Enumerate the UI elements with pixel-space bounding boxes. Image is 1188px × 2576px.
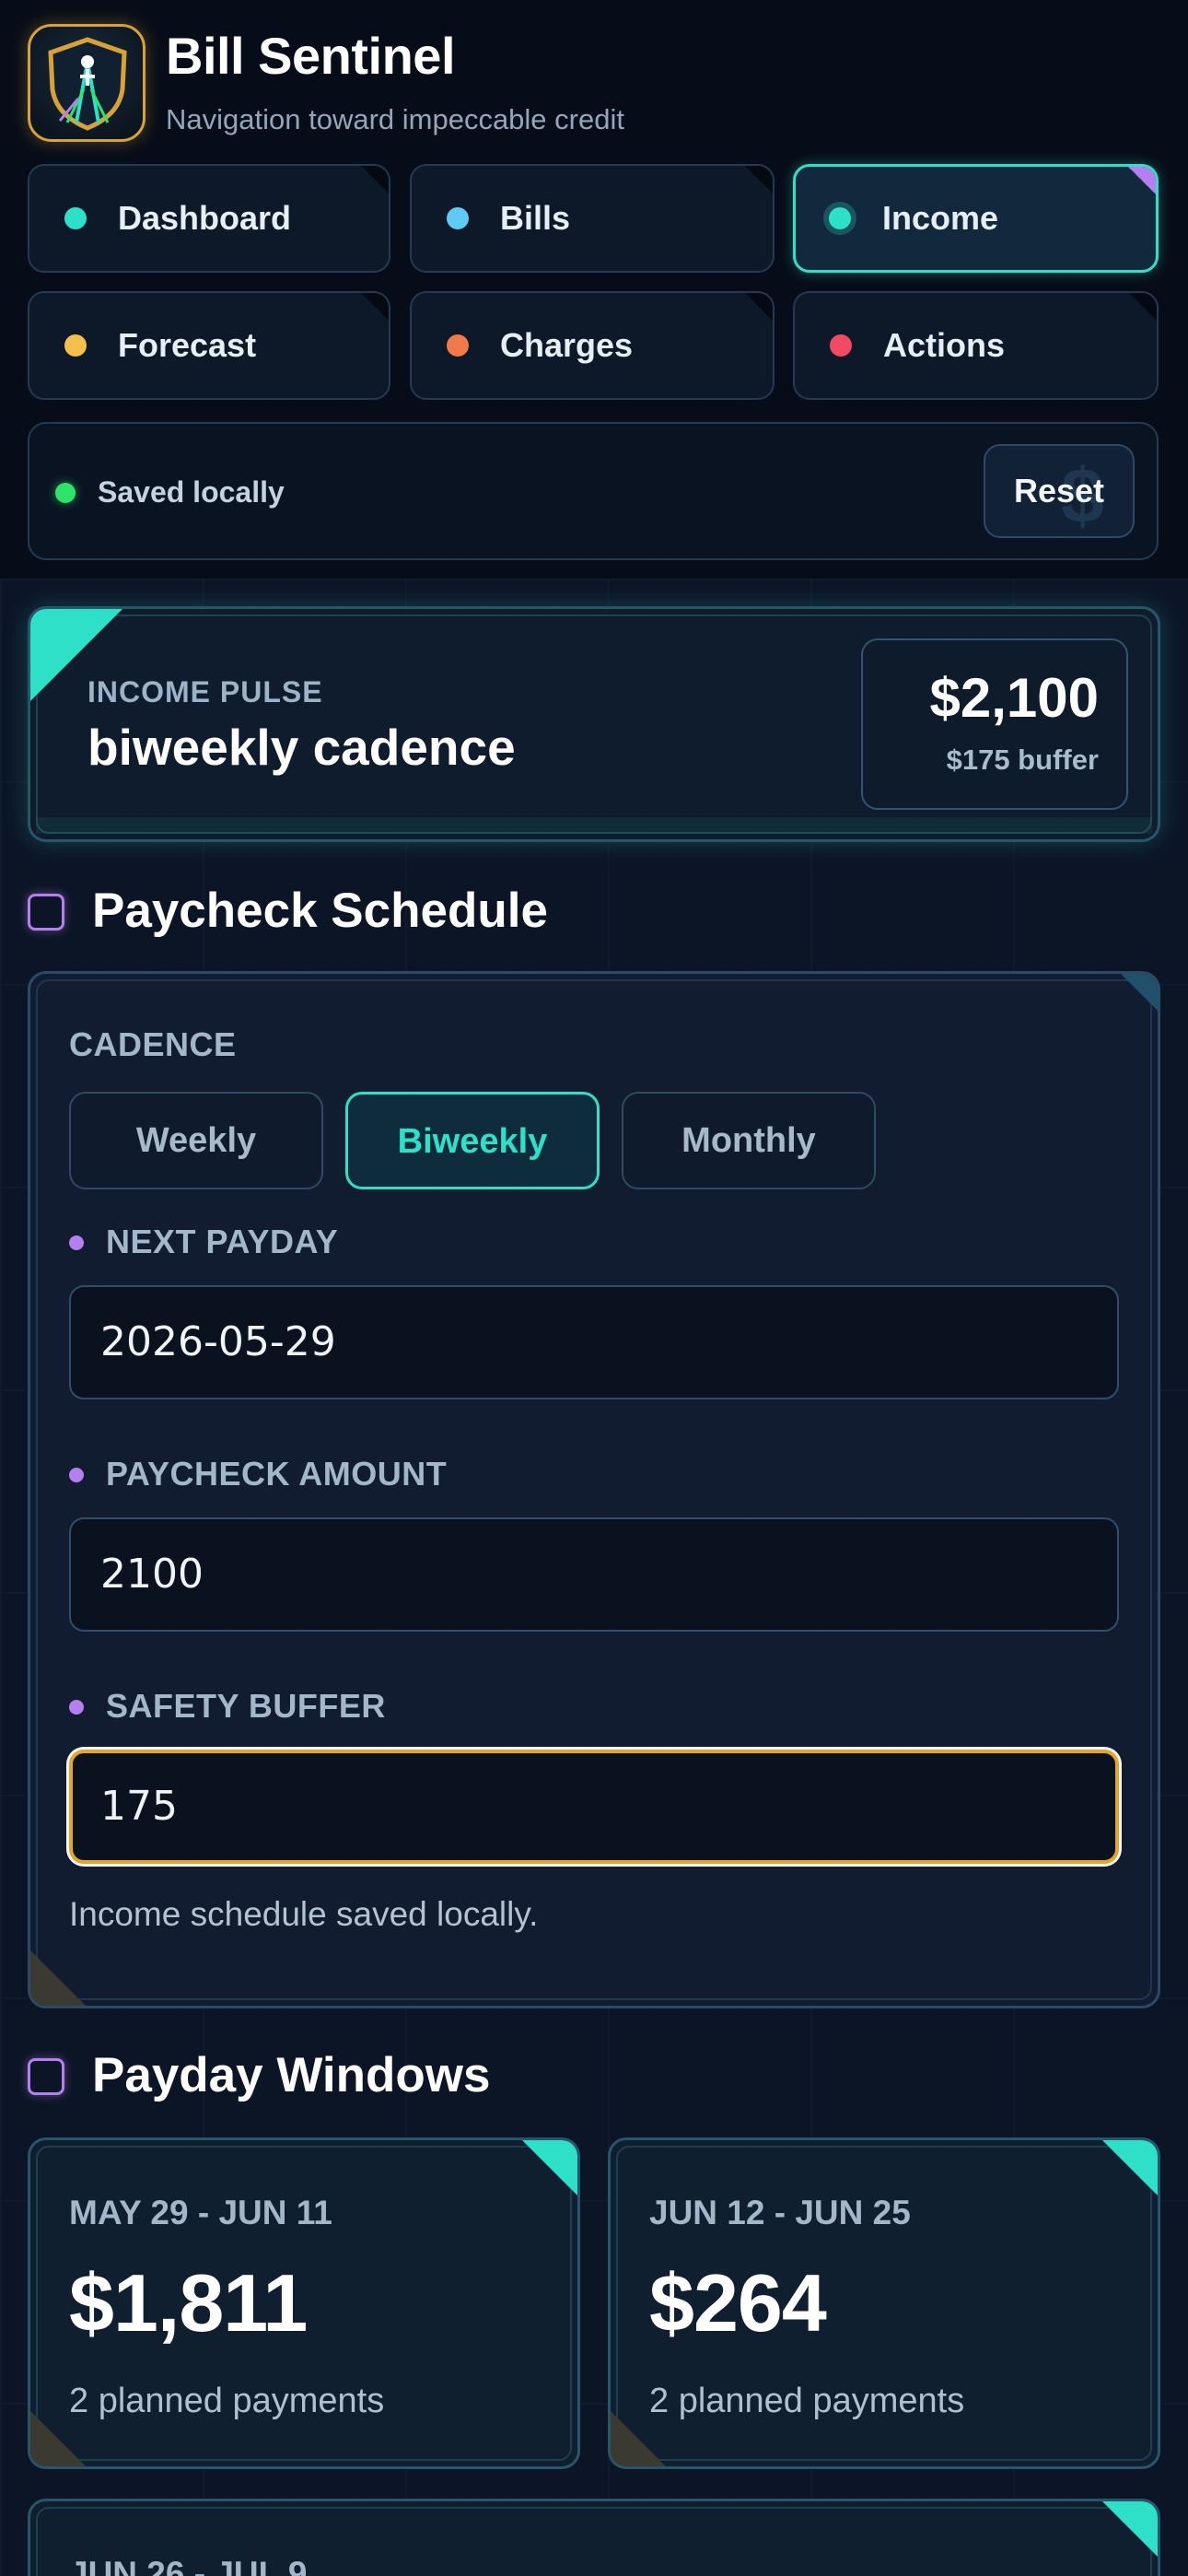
cadence-monthly-button[interactable]: Monthly xyxy=(622,1092,876,1189)
pulse-buffer: $175 buffer xyxy=(946,744,1099,776)
section-title: Paycheck Schedule xyxy=(92,884,548,938)
app-subtitle: Navigation toward impeccable credit xyxy=(166,103,624,135)
nav-forecast[interactable]: Forecast xyxy=(28,291,390,400)
window-payment-count: 2 planned payments xyxy=(69,2382,385,2420)
status-dot-icon xyxy=(829,207,851,229)
pulse-kicker: INCOME PULSE xyxy=(87,675,323,708)
cadence-biweekly-button[interactable]: Biweekly xyxy=(345,1092,600,1189)
paycheck-amount-input[interactable]: 2100 xyxy=(69,1517,1119,1632)
payday-window-card[interactable]: JUN 12 - JUN 25 $264 2 planned payments xyxy=(608,2137,1160,2469)
nav-label: Forecast xyxy=(118,326,257,364)
nav-label: Actions xyxy=(883,326,1006,364)
nav-label: Charges xyxy=(500,326,634,364)
status-dot-icon xyxy=(447,334,469,357)
window-amount: $264 xyxy=(649,2257,827,2348)
status-dot-icon xyxy=(447,207,469,229)
window-amount: $1,811 xyxy=(69,2257,308,2348)
shield-road-icon xyxy=(28,24,146,142)
window-date-range: JUN 26 - JUL 9 xyxy=(69,2555,308,2576)
nav-label: Bills xyxy=(500,199,571,237)
next-payday-input[interactable]: 2026-05-29 xyxy=(69,1285,1119,1399)
cadence-label: CADENCE xyxy=(69,1025,237,1063)
window-payment-count: 2 planned payments xyxy=(649,2382,965,2420)
reset-button-label: Reset xyxy=(1013,472,1105,509)
nav-income[interactable]: Income xyxy=(793,164,1159,273)
section-title: Payday Windows xyxy=(92,2048,491,2102)
status-dot-icon xyxy=(830,334,852,357)
save-status-bar: Saved locally $ Reset xyxy=(28,422,1159,560)
pulse-amount: $2,100 xyxy=(929,667,1099,729)
nav-label: Dashboard xyxy=(118,199,292,237)
saved-status-dot-icon xyxy=(55,483,76,503)
section-marker-icon xyxy=(28,894,64,931)
safety-buffer-input[interactable]: 175 xyxy=(69,1750,1119,1864)
pulse-amount-box: $2,100 $175 buffer xyxy=(861,638,1128,810)
window-date-range: MAY 29 - JUN 11 xyxy=(69,2194,332,2231)
save-status-text: Saved locally xyxy=(98,475,285,509)
nav-label: Income xyxy=(882,199,999,237)
save-confirmation-text: Income schedule saved locally. xyxy=(69,1895,539,1933)
status-dot-icon xyxy=(64,334,87,357)
app-header: Bill Sentinel Navigation toward impeccab… xyxy=(0,0,1188,579)
payday-window-card[interactable]: MAY 29 - JUN 11 $1,811 2 planned payment… xyxy=(28,2137,580,2469)
safety-buffer-label: SAFETY BUFFER xyxy=(69,1687,386,1726)
pulse-title: biweekly cadence xyxy=(87,719,516,776)
paycheck-schedule-form: CADENCE Weekly Biweekly Monthly NEXT PAY… xyxy=(28,971,1160,2008)
app-title: Bill Sentinel xyxy=(166,27,456,85)
status-dot-icon xyxy=(64,207,87,229)
paycheck-amount-label: PAYCHECK AMOUNT xyxy=(69,1455,447,1493)
app-screen: Bill Sentinel Navigation toward impeccab… xyxy=(0,0,1188,2576)
payday-window-card[interactable]: JUN 26 - JUL 9 xyxy=(28,2499,1160,2576)
income-pulse-card: INCOME PULSE biweekly cadence $2,100 $17… xyxy=(28,606,1160,842)
nav-bills[interactable]: Bills xyxy=(410,164,775,273)
nav-charges[interactable]: Charges xyxy=(410,291,775,400)
nav-dashboard[interactable]: Dashboard xyxy=(28,164,390,273)
nav-actions[interactable]: Actions xyxy=(793,291,1159,400)
window-date-range: JUN 12 - JUN 25 xyxy=(649,2194,911,2231)
cadence-weekly-button[interactable]: Weekly xyxy=(69,1092,323,1189)
reset-button[interactable]: $ Reset xyxy=(984,444,1135,538)
next-payday-label: NEXT PAYDAY xyxy=(69,1223,338,1261)
section-marker-icon xyxy=(28,2058,64,2095)
